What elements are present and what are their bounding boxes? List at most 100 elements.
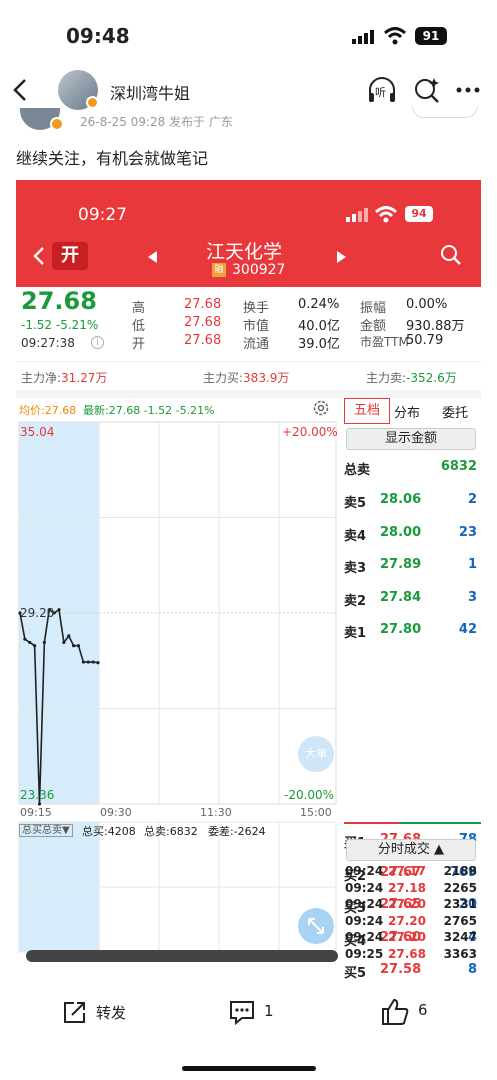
price-point bbox=[86, 660, 90, 664]
thumbs-up-icon bbox=[382, 998, 409, 1025]
volume-dropdown[interactable]: 总买总卖▼ bbox=[19, 824, 73, 837]
listen-button[interactable]: 听 bbox=[367, 76, 397, 104]
order-price: 27.89 bbox=[380, 557, 422, 572]
price-point bbox=[33, 644, 37, 648]
back-arrow-icon[interactable] bbox=[12, 78, 28, 102]
next-stock-icon[interactable] bbox=[336, 250, 348, 264]
info-icon[interactable]: i bbox=[91, 336, 104, 349]
order-label: 买5 bbox=[344, 966, 367, 980]
tick-list: 09:24 27.17 2188 09:24 27.18 2265 09:24 27.20 23… bbox=[344, 864, 481, 964]
home-indicator bbox=[182, 1066, 316, 1071]
tick-price: 27.68 bbox=[388, 946, 426, 961]
horizontal-scrollbar[interactable] bbox=[26, 950, 338, 962]
stat-value-2: 27.68 bbox=[184, 333, 222, 348]
stat-value3-2: 50.79 bbox=[406, 333, 444, 348]
price-point bbox=[28, 640, 32, 645]
comment-button[interactable]: 1 bbox=[228, 999, 288, 1027]
price-point bbox=[81, 660, 85, 664]
ticks-toggle-button[interactable]: 分时成交 ▲ bbox=[346, 839, 476, 861]
order-qty: 23 bbox=[458, 524, 477, 540]
intraday-chart[interactable] bbox=[16, 420, 341, 980]
spread-divider bbox=[344, 822, 481, 824]
tick-price: 27.20 bbox=[388, 913, 426, 928]
order-price: 28.00 bbox=[380, 524, 422, 540]
tick-row: 09:25 27.68 3363 bbox=[344, 947, 481, 963]
back-arrow-icon[interactable] bbox=[32, 246, 46, 266]
signal-icon bbox=[352, 30, 374, 44]
post-text: 继续关注，有机会就做笔记 bbox=[16, 149, 209, 168]
tick-time: 09:24 bbox=[345, 913, 384, 928]
tick-vol: 2265 bbox=[443, 880, 477, 895]
tab-distribution[interactable]: 分布 bbox=[394, 402, 420, 421]
tick-time: 09:24 bbox=[345, 880, 384, 895]
tick-vol: 2188 bbox=[443, 864, 477, 878]
stat-label2-2: 流通 bbox=[243, 337, 270, 352]
ai-search-icon[interactable] bbox=[413, 76, 441, 104]
verified-badge-icon bbox=[86, 96, 99, 109]
share-label: 转发 bbox=[96, 1004, 127, 1022]
verified-badge-icon bbox=[50, 117, 64, 131]
wifi-icon bbox=[384, 27, 406, 45]
stat-label-0: 高 bbox=[132, 301, 146, 316]
avg-price-label: 均价:27.68 bbox=[19, 404, 77, 417]
tab-orders[interactable]: 委托 bbox=[442, 402, 468, 421]
screen: { "status": {"time": "09:48", "battery":… bbox=[0, 0, 497, 1080]
pct-top-label: +20.00% bbox=[282, 425, 338, 439]
stock-code: 300927 bbox=[232, 262, 286, 278]
price-point bbox=[42, 640, 46, 645]
stat-value3-0: 0.00% bbox=[406, 297, 448, 312]
action-bar: 转发 1 6 bbox=[0, 985, 497, 1045]
tick-row: 09:24 27.20 3247 bbox=[344, 930, 481, 946]
tab-five-levels[interactable]: 五档 bbox=[344, 398, 390, 424]
stat-label2-0: 换手 bbox=[243, 301, 270, 316]
stat-value2-2: 39.0亿 bbox=[298, 337, 340, 352]
order-label: 卖2 bbox=[344, 593, 367, 609]
author-name[interactable]: 深圳湾牛姐 bbox=[110, 80, 190, 104]
stat-label2-1: 市值 bbox=[243, 319, 270, 334]
share-button[interactable]: 转发 bbox=[62, 999, 142, 1027]
x-label-1500: 15:00 bbox=[300, 806, 332, 819]
open-badge: 开 bbox=[52, 242, 88, 270]
comment-icon bbox=[230, 1001, 254, 1026]
wifi-icon bbox=[375, 206, 397, 223]
tick-vol: 3247 bbox=[443, 930, 477, 944]
like-button[interactable]: 6 bbox=[380, 997, 440, 1027]
price-point bbox=[91, 660, 95, 664]
stock-screenshot: 09:27 94 开 江天化学 融 300927 27.68 -1.52 -5.… bbox=[16, 180, 481, 980]
tick-row: 09:24 27.17 2188 bbox=[344, 864, 481, 880]
price-point bbox=[23, 637, 27, 641]
order-level-row: 卖1 27.80 42 bbox=[344, 622, 481, 642]
big-order-button[interactable]: 大单 bbox=[298, 736, 334, 772]
tick-vol: 2765 bbox=[443, 913, 477, 928]
status-time: 09:48 bbox=[66, 24, 130, 48]
order-label: 卖4 bbox=[344, 528, 367, 544]
divider bbox=[16, 390, 481, 398]
tick-time: 09:24 bbox=[345, 864, 384, 878]
stat-label3-0: 振幅 bbox=[360, 301, 387, 316]
tick-time: 09:24 bbox=[345, 930, 384, 944]
settings-gear-icon[interactable] bbox=[312, 399, 330, 417]
price-point bbox=[57, 608, 61, 612]
more-icon[interactable] bbox=[455, 86, 481, 94]
order-level-row: 卖2 27.84 3 bbox=[344, 590, 481, 610]
order-qty: 3 bbox=[467, 589, 477, 605]
main-buy-flow: 主力买:383.9万 bbox=[203, 371, 290, 385]
tick-time: 09:24 bbox=[345, 897, 384, 911]
tick-price: 27.20 bbox=[388, 897, 426, 911]
expand-button[interactable] bbox=[298, 908, 334, 944]
show-amount-button[interactable]: 显示金额 bbox=[346, 428, 476, 450]
inner-battery: 94 bbox=[405, 206, 433, 222]
x-label-1130: 11:30 bbox=[200, 806, 232, 819]
pct-bottom-label: -20.00% bbox=[284, 788, 335, 802]
status-bar: 09:48 91 bbox=[0, 0, 497, 66]
follow-button[interactable] bbox=[412, 106, 478, 118]
order-qty: 42 bbox=[458, 622, 477, 637]
y-bottom-label: 23.36 bbox=[20, 788, 55, 802]
tick-vol: 2331 bbox=[443, 897, 477, 911]
price-point bbox=[76, 644, 81, 648]
price-point bbox=[96, 661, 100, 665]
stat-label3-2: 市盈TTM bbox=[360, 335, 409, 349]
prev-stock-icon[interactable] bbox=[146, 250, 158, 264]
search-icon[interactable] bbox=[440, 244, 462, 266]
tick-row: 09:24 27.20 2765 bbox=[344, 914, 481, 930]
